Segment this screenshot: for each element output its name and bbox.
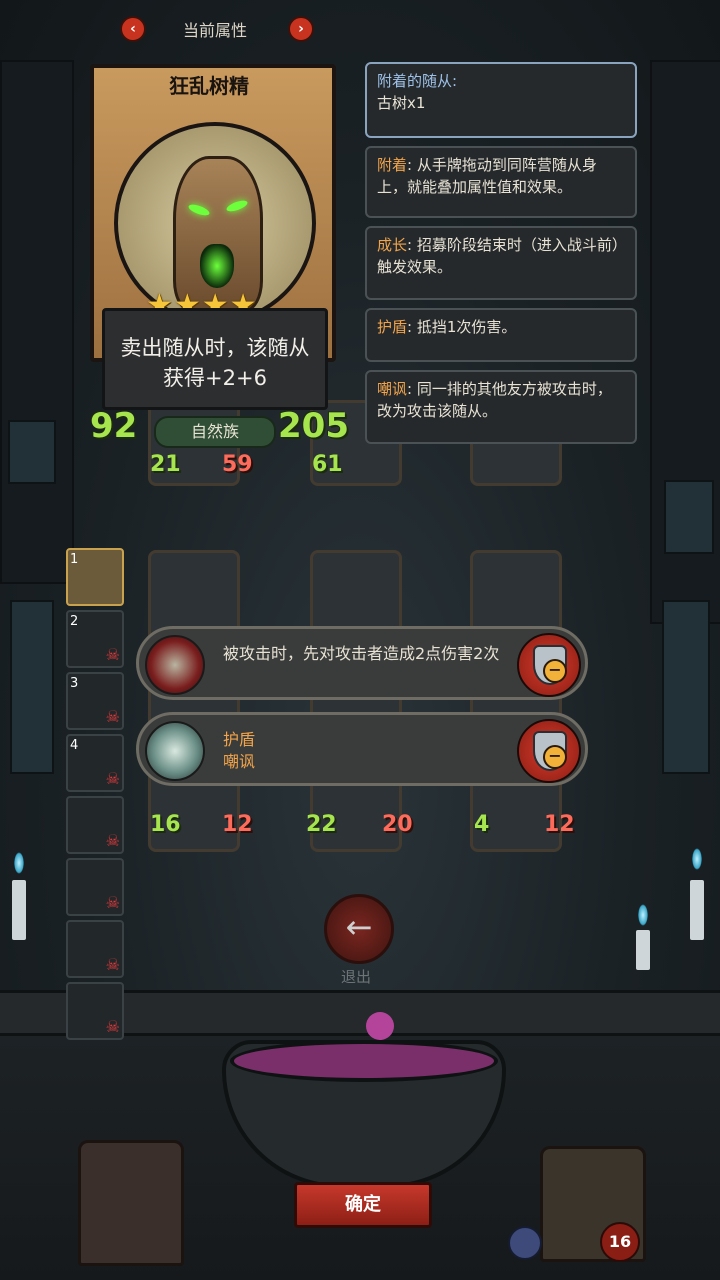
- effect-bar-retaliate: 被攻击时，先对攻击者造成2点伤害2次 −: [136, 626, 588, 700]
- tile-attack-value: 22: [306, 812, 337, 837]
- tile-attack-value: 4: [474, 812, 490, 837]
- keyword-panel-taunt: 嘲讽: 同一排的其他友方被攻击时，改为攻击该随从。: [365, 370, 637, 444]
- side-slot-1[interactable]: 1: [66, 548, 124, 606]
- panel-key: 嘲讽: [377, 380, 408, 398]
- board-tile-bottom-3[interactable]: [470, 550, 562, 852]
- effect-bar-shield-taunt: 护盾 嘲讽 −: [136, 712, 588, 786]
- panel-text: : 同一排的其他友方被攻击时，改为攻击该随从。: [377, 380, 612, 420]
- skull-icon: ☠: [105, 707, 120, 726]
- remove-effect-button[interactable]: −: [517, 633, 581, 697]
- attack-value: 92: [90, 406, 138, 446]
- tile-health-value: 20: [382, 812, 413, 837]
- health-value: 205: [278, 406, 349, 446]
- hooded-figure-icon: [145, 635, 205, 695]
- effect-text: 护盾 嘲讽: [223, 730, 256, 771]
- keyword-panel-shield: 护盾: 抵挡1次伤害。: [365, 308, 637, 362]
- tile-health-value: 12: [222, 812, 253, 837]
- slot-number: 3: [70, 676, 79, 691]
- flame-left-icon: [14, 852, 24, 874]
- tile-attack-value: 16: [150, 812, 181, 837]
- right-window-lower: [662, 600, 710, 774]
- left-window: [8, 420, 56, 484]
- candle-right: [690, 880, 704, 940]
- unit-card: 狂乱树精 ★★★★ 卖出随从时，该随从获得+2+6 92 自然族 205: [84, 60, 349, 450]
- side-slot-8[interactable]: ☠: [66, 982, 124, 1040]
- minus-icon: −: [543, 745, 567, 769]
- confirm-button[interactable]: 确定: [294, 1182, 432, 1228]
- flame-right-icon: [692, 848, 702, 870]
- board-tile-bottom-2[interactable]: [310, 550, 402, 852]
- page-title: 当前属性: [182, 21, 247, 40]
- attached-minion-panel: 附着的随从: 古树x1: [365, 62, 637, 138]
- slot-number: 2: [70, 614, 79, 629]
- candle-right-2: [636, 930, 650, 970]
- skull-icon: ☠: [105, 645, 120, 664]
- chevron-right-icon: ›: [298, 21, 304, 37]
- side-slot-5[interactable]: ☠: [66, 796, 124, 854]
- left-portrait-frame[interactable]: [78, 1140, 184, 1266]
- prev-attribute-button[interactable]: ‹: [120, 16, 146, 42]
- unit-name: 狂乱树精: [169, 74, 249, 98]
- shield-badge-icon: [508, 1226, 542, 1260]
- skull-icon: ☠: [105, 831, 120, 850]
- keyword-panel-attach: 附着: 从手牌拖动到同阵营随从身上，就能叠加属性值和效果。: [365, 146, 637, 218]
- panel-text: 古树x1: [377, 94, 426, 112]
- mouth-icon: [200, 244, 234, 288]
- side-slot-6[interactable]: ☠: [66, 858, 124, 916]
- panel-text: : 从手牌拖动到同阵营随从身上，就能叠加属性值和效果。: [377, 156, 597, 196]
- side-slot-4[interactable]: 4 ☠: [66, 734, 124, 792]
- skull-icon: ☠: [105, 893, 120, 912]
- panel-text: : 抵挡1次伤害。: [407, 318, 517, 336]
- side-slot-7[interactable]: ☠: [66, 920, 124, 978]
- card-description-box: 卖出随从时，该随从获得+2+6: [102, 308, 328, 410]
- next-attribute-button[interactable]: ›: [288, 16, 314, 42]
- panel-text: : 招募阶段结束时（进入战斗前）触发效果。: [377, 236, 620, 276]
- left-bookshelf: [0, 60, 74, 584]
- remove-effect-button[interactable]: −: [517, 719, 581, 783]
- panel-key: 护盾: [377, 318, 408, 336]
- ghost-tree-icon: [145, 721, 205, 781]
- bubble-icon: [366, 1012, 394, 1040]
- tile-attack-value: 61: [312, 452, 343, 477]
- keyword-panel-growth: 成长: 招募阶段结束时（进入战斗前）触发效果。: [365, 226, 637, 300]
- panel-key: 成长: [377, 236, 408, 254]
- tile-health-value: 59: [222, 452, 253, 477]
- tile-attack-value: 21: [150, 452, 181, 477]
- side-slot-3[interactable]: 3 ☠: [66, 672, 124, 730]
- skull-icon: ☠: [105, 769, 120, 788]
- board-tile-bottom-1[interactable]: [148, 550, 240, 852]
- arrow-left-icon: ←: [345, 908, 373, 946]
- exit-label: 退出: [340, 968, 371, 986]
- candle-left: [12, 880, 26, 940]
- side-slot-2[interactable]: 2 ☠: [66, 610, 124, 668]
- health-badge: 16: [600, 1222, 640, 1262]
- slot-number: 4: [70, 738, 79, 753]
- panel-key: 附着的随从:: [377, 72, 458, 90]
- cauldron-brew: [230, 1040, 498, 1082]
- panel-key: 附着: [377, 156, 408, 174]
- card-description: 卖出随从时，该随从获得+2+6: [120, 336, 310, 390]
- exit-button[interactable]: ←: [324, 894, 394, 964]
- tribe-badge: 自然族: [154, 416, 276, 448]
- skull-icon: ☠: [105, 1017, 120, 1036]
- flame-right-2-icon: [638, 904, 648, 926]
- left-window-lower: [10, 600, 54, 774]
- chevron-left-icon: ‹: [130, 21, 136, 37]
- right-window: [664, 480, 714, 554]
- tile-health-value: 12: [544, 812, 575, 837]
- minus-icon: −: [543, 659, 567, 683]
- skull-icon: ☠: [105, 955, 120, 974]
- slot-number: 1: [70, 552, 79, 567]
- effect-text: 被攻击时，先对攻击者造成2点伤害2次: [223, 644, 500, 663]
